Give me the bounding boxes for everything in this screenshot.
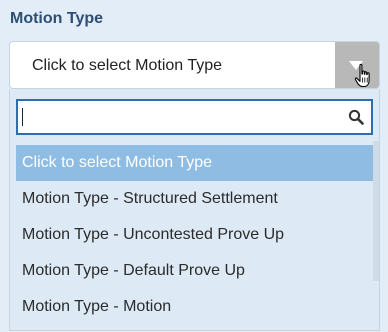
dropdown-arrow-button[interactable] bbox=[335, 42, 379, 88]
search-box[interactable] bbox=[16, 99, 373, 135]
search-icon[interactable] bbox=[348, 109, 364, 125]
dropdown-edge bbox=[373, 141, 379, 281]
option-motion[interactable]: Motion Type - Motion bbox=[16, 289, 373, 325]
option-list: Click to select Motion Type Motion Type … bbox=[16, 145, 373, 325]
option-placeholder[interactable]: Click to select Motion Type bbox=[16, 145, 373, 181]
hand-pointer-icon bbox=[354, 63, 370, 88]
motion-type-select[interactable]: Click to select Motion Type bbox=[9, 41, 380, 89]
search-input[interactable] bbox=[24, 105, 334, 129]
option-default-prove-up[interactable]: Motion Type - Default Prove Up bbox=[16, 253, 373, 289]
motion-type-label: Motion Type bbox=[10, 10, 104, 27]
select-current-value: Click to select Motion Type bbox=[32, 57, 223, 74]
motion-type-dropdown: Click to select Motion Type Motion Type … bbox=[9, 89, 380, 331]
option-structured-settlement[interactable]: Motion Type - Structured Settlement bbox=[16, 181, 373, 217]
text-cursor bbox=[22, 108, 23, 126]
option-uncontested-prove-up[interactable]: Motion Type - Uncontested Prove Up bbox=[16, 217, 373, 253]
